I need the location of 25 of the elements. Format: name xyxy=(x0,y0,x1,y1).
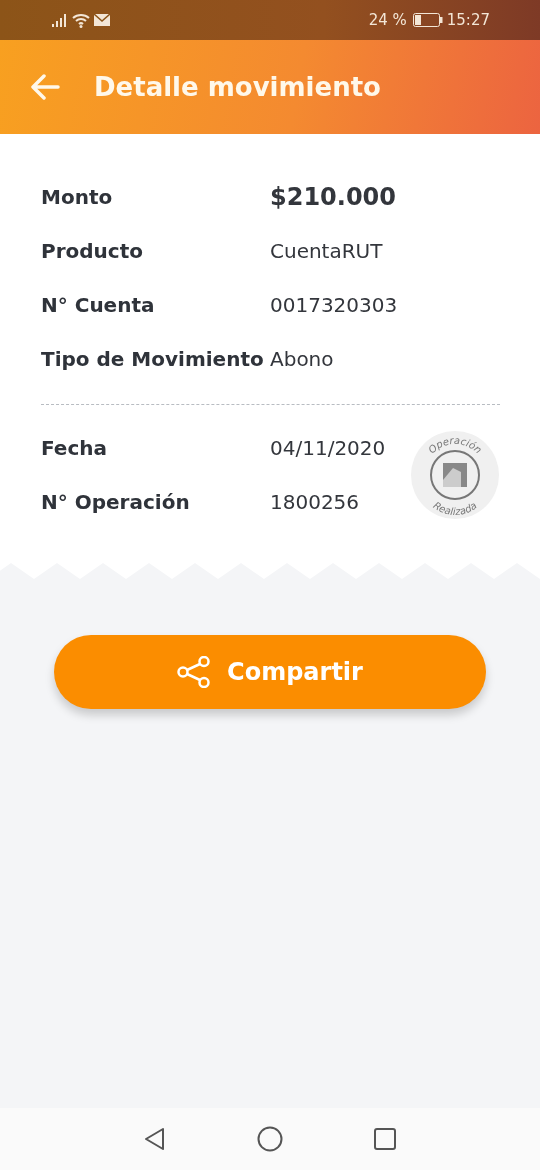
detail-label: Fecha xyxy=(41,436,108,460)
detail-value: Abono xyxy=(270,347,334,371)
detail-label: N° Cuenta xyxy=(41,293,156,317)
detail-value: 0017320303 xyxy=(270,293,398,317)
share-button[interactable]: Compartir xyxy=(54,635,486,709)
battery-icon xyxy=(412,13,443,27)
signal-icon xyxy=(52,13,68,27)
clock-time: 15:27 xyxy=(446,11,490,29)
detail-value: 04/11/2020 xyxy=(270,436,386,460)
detail-value: CuentaRUT xyxy=(270,239,383,263)
share-icon xyxy=(177,656,212,688)
mail-icon xyxy=(94,14,110,26)
screen-title: Detalle movimiento xyxy=(94,72,381,102)
detail-label: Tipo de Movimiento xyxy=(41,347,265,371)
nav-home-icon[interactable] xyxy=(257,1126,283,1152)
detail-value: 1800256 xyxy=(270,490,360,514)
battery-percent: 24 % xyxy=(368,11,407,29)
wifi-icon xyxy=(72,12,90,28)
operation-stamp-icon: Operación Realizada xyxy=(410,430,500,520)
detail-label: Producto xyxy=(41,239,144,263)
nav-recents-icon[interactable] xyxy=(373,1127,397,1151)
nav-back-icon[interactable] xyxy=(143,1127,167,1151)
detail-label: Monto xyxy=(41,185,114,209)
detail-value: $210.000 xyxy=(270,183,396,211)
detail-label: N° Operación xyxy=(41,490,191,514)
